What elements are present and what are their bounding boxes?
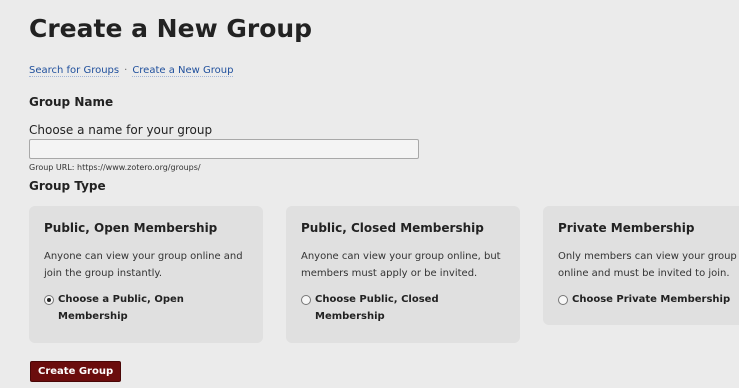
radio-option-private[interactable]: Choose Private Membership bbox=[558, 291, 739, 308]
page-title: Create a New Group bbox=[29, 14, 313, 43]
group-type-card-public-closed[interactable]: Public, Closed Membership Anyone can vie… bbox=[286, 206, 520, 343]
group-name-input[interactable] bbox=[29, 139, 419, 159]
radio-unchecked-icon[interactable] bbox=[558, 295, 568, 305]
radio-label[interactable]: Choose Public, Closed Membership bbox=[315, 291, 505, 325]
breadcrumb-search-groups-link[interactable]: Search for Groups bbox=[29, 65, 120, 77]
group-type-heading: Group Type bbox=[29, 179, 106, 193]
group-url-hint: Group URL: https://www.zotero.org/groups… bbox=[29, 163, 201, 172]
breadcrumb-separator: · bbox=[124, 65, 128, 76]
card-title: Public, Open Membership bbox=[44, 221, 218, 235]
group-type-card-private[interactable]: Private Membership Only members can view… bbox=[543, 206, 739, 325]
card-description: Anyone can view your group online and jo… bbox=[44, 251, 243, 279]
radio-option-public-open[interactable]: Choose a Public, Open Membership bbox=[44, 291, 248, 325]
radio-checked-icon[interactable] bbox=[44, 295, 54, 305]
breadcrumb-create-group-link[interactable]: Create a New Group bbox=[132, 65, 234, 77]
group-type-card-public-open[interactable]: Public, Open Membership Anyone can view … bbox=[29, 206, 263, 343]
group-name-label: Choose a name for your group bbox=[29, 123, 213, 137]
card-title: Public, Closed Membership bbox=[301, 221, 484, 235]
card-description: Only members can view your group online … bbox=[558, 251, 737, 279]
create-group-button[interactable]: Create Group bbox=[30, 361, 122, 382]
radio-label[interactable]: Choose Private Membership bbox=[572, 291, 730, 308]
create-group-page: Create a New Group Search for Groups · Cre… bbox=[0, 0, 739, 388]
radio-label[interactable]: Choose a Public, Open Membership bbox=[58, 291, 248, 325]
breadcrumb: Search for Groups · Create a New Group bbox=[29, 65, 234, 77]
radio-unchecked-icon[interactable] bbox=[301, 295, 311, 305]
group-name-heading: Group Name bbox=[29, 95, 114, 109]
radio-option-public-closed[interactable]: Choose Public, Closed Membership bbox=[301, 291, 505, 325]
card-description: Anyone can view your group online, but m… bbox=[301, 251, 501, 279]
card-title: Private Membership bbox=[558, 221, 695, 235]
